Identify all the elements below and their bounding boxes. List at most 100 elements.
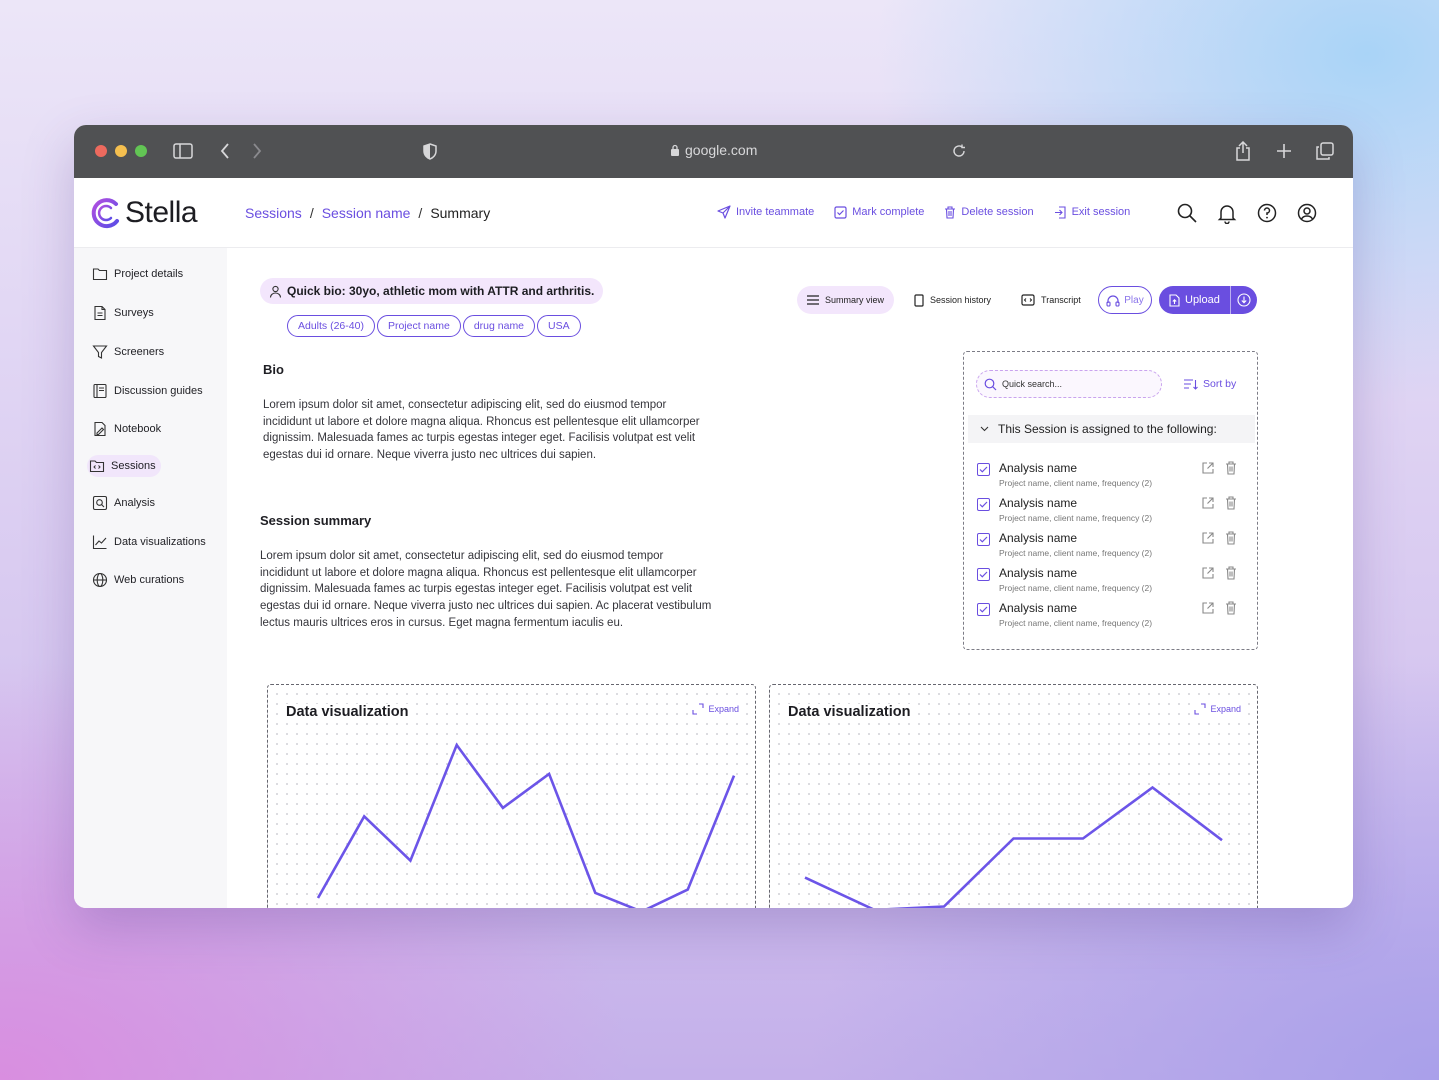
breadcrumb: Sessions / Session name / Summary xyxy=(245,205,490,221)
window-controls xyxy=(95,145,147,157)
checkbox[interactable] xyxy=(977,498,990,511)
exit-session-button[interactable]: Exit session xyxy=(1054,205,1130,219)
tag-country[interactable]: USA xyxy=(537,315,581,337)
list-item: Analysis name Project name, client name,… xyxy=(977,461,1242,491)
checkbox[interactable] xyxy=(977,568,990,581)
analysis-detail: Project name, client name, frequency (2) xyxy=(999,548,1153,558)
trash-icon[interactable] xyxy=(1225,461,1239,475)
expand-icon xyxy=(692,703,705,715)
sidebar-item-label: Discussion guides xyxy=(114,385,203,397)
quick-bio-text: Quick bio: 30yo, athletic mom with ATTR … xyxy=(287,284,595,298)
logo[interactable]: Stella xyxy=(89,196,198,230)
expand-button[interactable]: Expand xyxy=(1194,703,1241,715)
play-label: Play xyxy=(1124,294,1144,306)
folder-icon xyxy=(92,268,108,281)
share-icon[interactable] xyxy=(1231,139,1255,163)
transcript-tab[interactable]: Transcript xyxy=(1011,286,1091,314)
expand-button[interactable]: Expand xyxy=(692,703,739,715)
guide-icon xyxy=(93,383,107,399)
checkbox[interactable] xyxy=(977,603,990,616)
address-bar[interactable]: google.com xyxy=(670,142,757,158)
header-actions: Invite teammate Mark complete Delete ses… xyxy=(717,205,1130,219)
tag-age-group[interactable]: Adults (26-40) xyxy=(287,315,375,337)
mark-complete-button[interactable]: Mark complete xyxy=(834,205,924,219)
sidebar-item-label: Data visualizations xyxy=(114,536,206,548)
close-window-button[interactable] xyxy=(95,145,107,157)
user-profile-icon[interactable] xyxy=(1296,202,1318,224)
open-external-icon[interactable] xyxy=(1201,531,1215,545)
bio-text: Lorem ipsum dolor sit amet, consectetur … xyxy=(263,399,700,462)
main-content: Quick bio: 30yo, athletic mom with ATTR … xyxy=(227,248,1353,908)
invite-teammate-button[interactable]: Invite teammate xyxy=(717,205,814,219)
assignment-group-header[interactable]: This Session is assigned to the followin… xyxy=(968,415,1255,443)
checkbox[interactable] xyxy=(977,533,990,546)
search-icon[interactable] xyxy=(1176,202,1198,224)
open-external-icon[interactable] xyxy=(1201,566,1215,580)
quick-bio-pill: Quick bio: 30yo, athletic mom with ATTR … xyxy=(260,278,604,304)
series-line xyxy=(804,785,1223,908)
assignment-group-title: This Session is assigned to the followin… xyxy=(998,422,1217,436)
notification-bell-icon[interactable] xyxy=(1216,202,1238,224)
trash-icon[interactable] xyxy=(1225,601,1239,615)
back-icon[interactable] xyxy=(213,139,237,163)
sidebar-item-label: Screeners xyxy=(114,346,165,358)
forward-icon[interactable] xyxy=(245,139,269,163)
open-external-icon[interactable] xyxy=(1201,461,1215,475)
trash-icon[interactable] xyxy=(1225,496,1239,510)
open-external-icon[interactable] xyxy=(1201,601,1215,615)
reload-icon[interactable] xyxy=(947,139,971,163)
sidebar: Project details Surveys Screeners Discus… xyxy=(74,248,227,908)
transcript-icon xyxy=(1021,294,1035,306)
new-tab-icon[interactable] xyxy=(1272,139,1296,163)
assignment-panel: Quick search... Sort by This Session is … xyxy=(963,351,1258,650)
trash-icon[interactable] xyxy=(1225,566,1239,580)
browser-toolbar: google.com xyxy=(74,125,1353,178)
tag-project[interactable]: Project name xyxy=(376,315,461,337)
open-external-icon[interactable] xyxy=(1201,496,1215,510)
session-history-label: Session history xyxy=(930,295,992,305)
minimize-window-button[interactable] xyxy=(115,145,127,157)
summary-view-tab[interactable]: Summary view xyxy=(797,286,895,314)
globe-icon xyxy=(92,572,108,588)
tag-drug[interactable]: drug name xyxy=(462,315,536,337)
upload-button[interactable]: Upload xyxy=(1159,286,1231,314)
zoom-window-button[interactable] xyxy=(135,145,147,157)
upload-dropdown-button[interactable] xyxy=(1231,286,1257,314)
analysis-name[interactable]: Analysis name xyxy=(999,531,1077,545)
sidebar-item-label: Project details xyxy=(114,268,184,280)
play-button[interactable]: Play xyxy=(1098,286,1152,314)
sort-by-button[interactable]: Sort by xyxy=(1184,378,1236,390)
sidebar-item-analysis[interactable]: Analysis xyxy=(90,492,157,514)
sidebar-item-surveys[interactable]: Surveys xyxy=(90,302,156,324)
expand-label: Expand xyxy=(1210,704,1241,714)
tabs-overview-icon[interactable] xyxy=(1313,139,1337,163)
analysis-name[interactable]: Analysis name xyxy=(999,461,1077,475)
sidebar-item-sessions[interactable]: Sessions xyxy=(87,455,161,477)
breadcrumb-session-name[interactable]: Session name xyxy=(322,205,411,221)
sidebar-toggle-icon[interactable] xyxy=(171,139,195,163)
sidebar-item-label: Surveys xyxy=(114,307,154,319)
delete-session-button[interactable]: Delete session xyxy=(944,205,1034,219)
checkbox[interactable] xyxy=(977,463,990,476)
shield-icon[interactable] xyxy=(418,139,442,163)
upload-button-group: Upload xyxy=(1159,286,1257,314)
analysis-detail: Project name, client name, frequency (2) xyxy=(999,513,1153,523)
upload-file-icon xyxy=(1169,293,1180,307)
sidebar-item-project-details[interactable]: Project details xyxy=(90,263,185,285)
sidebar-item-discussion-guides[interactable]: Discussion guides xyxy=(90,380,205,402)
sidebar-item-screeners[interactable]: Screeners xyxy=(90,341,166,363)
sidebar-item-notebook[interactable]: Notebook xyxy=(90,418,163,440)
help-icon[interactable] xyxy=(1256,202,1278,224)
quick-search-input[interactable]: Quick search... xyxy=(976,370,1162,398)
browser-window: google.com Stella Sessions / Session nam… xyxy=(74,125,1353,908)
sort-icon xyxy=(1184,378,1198,390)
breadcrumb-sessions[interactable]: Sessions xyxy=(245,205,302,221)
analysis-name[interactable]: Analysis name xyxy=(999,566,1077,580)
session-history-tab[interactable]: Session history xyxy=(904,286,1001,314)
trash-icon[interactable] xyxy=(1225,531,1239,545)
analysis-name[interactable]: Analysis name xyxy=(999,601,1077,615)
chevron-down-icon xyxy=(980,426,989,432)
sidebar-item-web-curations[interactable]: Web curations xyxy=(90,569,186,591)
sidebar-item-data-visualizations[interactable]: Data visualizations xyxy=(90,531,208,553)
analysis-name[interactable]: Analysis name xyxy=(999,496,1077,510)
